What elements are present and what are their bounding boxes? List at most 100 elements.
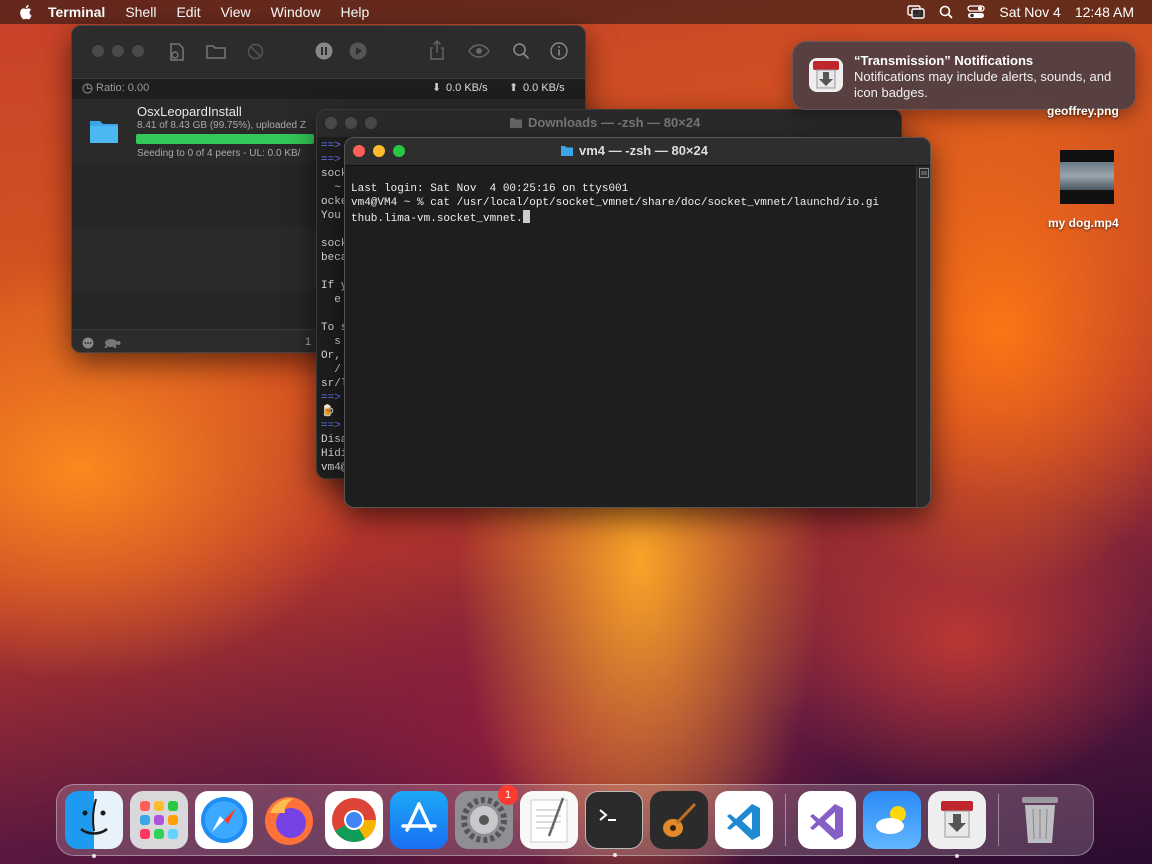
desktop-file-label-my-dog[interactable]: my dog.mp4 <box>1048 216 1119 230</box>
guitar-icon <box>663 802 697 837</box>
app-menu-terminal[interactable]: Terminal <box>38 0 115 24</box>
dock-transmission[interactable] <box>928 791 986 858</box>
finder-icon <box>80 798 108 835</box>
trash-icon <box>1022 797 1058 843</box>
dock-weather[interactable] <box>863 791 921 849</box>
zoom-button[interactable] <box>132 45 144 57</box>
control-center-icon[interactable] <box>967 5 986 19</box>
filter-search-icon[interactable] <box>512 42 530 60</box>
app-store-icon <box>401 802 437 832</box>
menubar-time[interactable]: 12:48 AM <box>1075 4 1134 20</box>
dock-trash[interactable] <box>1011 791 1069 849</box>
text-cursor <box>522 210 530 223</box>
torrent-progress-fill <box>136 134 314 144</box>
down-arrow-icon: ⬇ <box>432 82 442 94</box>
notification-banner[interactable]: “Transmission” Notifications Notificatio… <box>792 41 1136 110</box>
dock-visual-studio[interactable] <box>798 791 856 849</box>
torrent-progress-bar <box>136 134 314 144</box>
notification-badge: 1 <box>498 785 518 805</box>
transmission-icon <box>941 801 973 838</box>
split-pane-icon[interactable] <box>919 168 929 178</box>
info-icon[interactable] <box>550 42 568 60</box>
running-indicator <box>955 854 959 858</box>
share-icon[interactable] <box>429 40 445 60</box>
minimize-button[interactable] <box>112 45 124 57</box>
remove-icon[interactable] <box>247 43 264 60</box>
up-arrow-icon: ⬆ <box>509 82 519 94</box>
close-button[interactable] <box>325 117 337 129</box>
terminal-icon <box>599 809 616 821</box>
launchpad-icon <box>140 801 178 839</box>
menu-help[interactable]: Help <box>330 0 379 24</box>
desktop-file-thumbnail-my-dog[interactable] <box>1060 150 1114 204</box>
terminal-line: thub.lima-vm.socket_vmnet. <box>351 213 523 225</box>
pause-icon[interactable] <box>315 42 333 60</box>
dock-firefox[interactable] <box>260 791 318 849</box>
window-title: Downloads — -zsh — 80×24 <box>528 115 701 130</box>
dock-separator <box>785 794 786 846</box>
folder-icon[interactable] <box>206 43 226 59</box>
ratio-icon <box>82 83 93 94</box>
gear-icon <box>461 797 507 843</box>
transmission-toolbar <box>72 26 585 78</box>
dock-system-preferences[interactable]: 1 <box>455 785 518 849</box>
running-indicator <box>92 854 96 858</box>
close-button[interactable] <box>92 45 104 57</box>
notification-title: “Transmission” Notifications <box>854 53 1034 68</box>
desktop-file-label-geoffrey[interactable]: geoffrey.png <box>1047 104 1119 118</box>
dock: 1 <box>56 784 1094 858</box>
menu-view[interactable]: View <box>211 0 261 24</box>
zoom-button[interactable] <box>365 117 377 129</box>
action-menu-icon[interactable] <box>82 337 94 349</box>
resume-icon[interactable] <box>349 42 367 60</box>
vscode-icon <box>727 804 760 840</box>
notification-body: Notifications may include alerts, sounds… <box>854 69 1112 100</box>
folder-icon <box>510 118 522 128</box>
folder-icon <box>90 121 118 143</box>
dock-vscode[interactable] <box>715 791 773 849</box>
dock-safari[interactable] <box>195 791 253 849</box>
spotlight-search-icon[interactable] <box>939 5 953 19</box>
window-title: vm4 — -zsh — 80×24 <box>579 143 708 158</box>
video-thumbnail-image <box>1060 162 1114 190</box>
textedit-icon <box>530 797 568 843</box>
open-torrent-icon[interactable] <box>168 42 186 62</box>
transmission-stats-bar: Ratio: 0.00 ⬇ 0.0 KB/s ⬆ 0.0 KB/s <box>72 78 585 100</box>
dock-app-store[interactable] <box>390 791 448 849</box>
dock-textedit[interactable] <box>520 791 578 849</box>
menu-shell[interactable]: Shell <box>115 0 166 24</box>
running-indicator <box>613 853 617 857</box>
menu-window[interactable]: Window <box>261 0 331 24</box>
safari-icon <box>201 797 247 843</box>
chrome-icon <box>332 798 376 842</box>
torrent-progress-text: 8.41 of 8.43 GB (99.75%), uploaded Z <box>137 120 306 131</box>
apple-menu-icon[interactable] <box>18 4 32 20</box>
torrent-name: OsxLeopardInstall <box>137 104 242 119</box>
menubar-date[interactable]: Sat Nov 4 <box>999 4 1060 20</box>
download-rate: 0.0 KB/s <box>446 82 488 94</box>
weather-icon <box>876 806 906 834</box>
menu-edit[interactable]: Edit <box>166 0 210 24</box>
visual-studio-icon <box>810 804 843 840</box>
dock-terminal[interactable] <box>585 791 643 857</box>
minimize-button[interactable] <box>373 145 385 157</box>
dock-garageband[interactable] <box>650 791 708 849</box>
upload-rate: 0.0 KB/s <box>523 82 565 94</box>
zoom-button[interactable] <box>393 145 405 157</box>
terminal-output-vm4[interactable]: Last login: Sat Nov 4 00:25:16 on ttys00… <box>351 168 879 254</box>
dock-finder[interactable] <box>65 791 123 858</box>
close-button[interactable] <box>353 145 365 157</box>
firefox-icon <box>265 797 313 845</box>
transmission-footer-count: 1 <box>305 336 312 348</box>
minimize-button[interactable] <box>345 117 357 129</box>
terminal-scrollbar[interactable] <box>916 166 930 507</box>
dock-launchpad[interactable] <box>130 791 188 849</box>
turtle-speed-limit-icon[interactable] <box>102 338 122 348</box>
ratio-text[interactable]: Ratio: 0.00 <box>96 82 149 94</box>
terminal-titlebar-downloads: Downloads — -zsh — 80×24 <box>317 110 901 137</box>
screen-mirroring-icon[interactable] <box>907 5 926 19</box>
quick-look-icon[interactable] <box>468 44 490 58</box>
terminal-line: vm4@VM4 ~ % cat /usr/local/opt/socket_vm… <box>351 197 880 209</box>
dock-chrome[interactable] <box>325 791 383 849</box>
transmission-app-icon <box>809 58 843 92</box>
